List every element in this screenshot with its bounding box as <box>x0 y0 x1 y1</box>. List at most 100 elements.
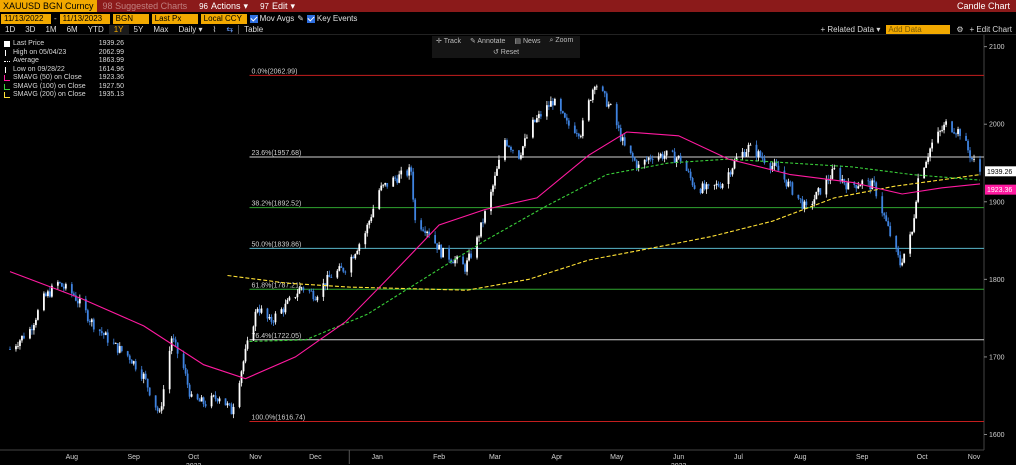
related-data-button[interactable]: + Related Data ▾ <box>820 25 880 34</box>
period-5y[interactable]: 5Y <box>129 25 149 34</box>
period-1m[interactable]: 1M <box>40 25 61 34</box>
candle-body <box>116 343 119 353</box>
candle-body <box>635 160 638 169</box>
candle-body <box>284 303 287 313</box>
candle-body <box>581 120 584 137</box>
legend-row[interactable]: Last Price 1939.26 <box>4 40 124 49</box>
candle-body <box>162 389 165 407</box>
candle-body <box>965 135 967 141</box>
mov-avgs-label: Mov Avgs <box>259 14 295 23</box>
candle-body <box>154 395 157 408</box>
fib-level-label: 76.4%(1722.05) <box>251 333 301 340</box>
candle-body <box>300 287 303 289</box>
ticker-field[interactable]: XAUUSD BGN Curncy <box>0 0 97 12</box>
candle-body <box>713 184 716 186</box>
candle-body <box>637 164 640 169</box>
currency-select[interactable]: Local CCY <box>200 13 247 24</box>
legend-row[interactable]: Average 1863.99 <box>4 57 124 66</box>
candle-body <box>286 300 289 304</box>
chevron-down-icon: ▾ <box>198 24 203 34</box>
source-field[interactable]: BGN <box>112 13 149 24</box>
candle-body <box>43 293 45 311</box>
period-1d[interactable]: 1D <box>0 25 20 34</box>
candle-body <box>174 339 177 343</box>
legend-row[interactable]: High on 05/04/23 2062.99 <box>4 49 124 58</box>
key-events-checkbox[interactable]: Key Events <box>306 14 357 23</box>
candle-body <box>601 86 604 92</box>
period-6m[interactable]: 6M <box>62 25 83 34</box>
track-tool[interactable]: ✛ Track <box>436 37 461 45</box>
candle-body <box>106 332 109 343</box>
legend-row[interactable]: SMAVG (200) on Close 1935.13 <box>4 91 124 100</box>
legend-swatch <box>4 75 10 82</box>
candle-body <box>508 145 510 147</box>
period-3d[interactable]: 3D <box>20 25 40 34</box>
candle-body <box>715 183 718 185</box>
candle-body <box>561 111 564 114</box>
candle-body <box>132 361 135 364</box>
candle-body <box>244 348 247 362</box>
candle-body <box>462 256 464 265</box>
suggested-charts-button[interactable]: 98 Suggested Charts <box>97 1 194 11</box>
start-date-field[interactable]: 11/13/2022 <box>1 13 51 24</box>
period-ytd[interactable]: YTD <box>83 25 109 34</box>
candle-body <box>729 172 732 175</box>
candle-body <box>214 395 217 399</box>
candle-body <box>917 178 920 202</box>
candle-body <box>534 119 536 123</box>
candle-body <box>547 105 550 107</box>
frequency-select[interactable]: Daily ▾ <box>173 25 207 34</box>
candle-body <box>202 397 205 405</box>
candle-body <box>314 299 317 301</box>
zoom-tool[interactable]: ⌕ Zoom <box>550 37 574 45</box>
add-data-input[interactable]: Add Data <box>886 24 951 34</box>
candle-body <box>759 151 762 157</box>
candle-body <box>382 184 385 186</box>
candle-body <box>679 155 682 162</box>
price-chart[interactable]: 1600 1700 1800 1900 2000 2100 Aug Sep Oct Nov Dec J… <box>0 35 1016 465</box>
news-tool[interactable]: ▤ News <box>514 37 540 45</box>
x-month-label: Oct <box>917 454 928 461</box>
candle-body <box>605 93 608 107</box>
settings-icon[interactable]: ⚙ <box>956 25 963 34</box>
candle-body <box>408 167 411 176</box>
actions-menu[interactable]: 96 Actions ▾ <box>193 1 254 12</box>
candle-body <box>280 309 283 314</box>
legend-row[interactable]: SMAVG (50) on Close 1923.36 <box>4 74 124 83</box>
candle-body <box>256 308 259 312</box>
candle-body <box>400 170 403 175</box>
candle-body <box>811 203 814 206</box>
period-1y[interactable]: 1Y <box>108 24 129 34</box>
pencil-icon[interactable]: ✎ <box>297 14 304 23</box>
fib-level-label: 38.2%(1892.52) <box>251 201 301 208</box>
legend-swatch <box>5 49 9 56</box>
edit-chart-button[interactable]: + Edit Chart <box>970 25 1012 34</box>
edit-menu[interactable]: 97 Edit ▾ <box>254 1 301 12</box>
candle-body <box>19 340 21 346</box>
period-max[interactable]: Max <box>148 25 173 34</box>
candle-body <box>895 236 898 248</box>
candle-body <box>342 267 345 272</box>
candle-body <box>757 151 760 158</box>
reset-tool[interactable]: ↺ Reset <box>493 48 519 56</box>
legend-row[interactable]: SMAVG (100) on Close 1927.50 <box>4 83 124 92</box>
legend-row[interactable]: Low on 09/28/22 1614.96 <box>4 66 124 75</box>
price-field-select[interactable]: Last Px <box>151 13 198 24</box>
candle-body <box>478 236 480 238</box>
candle-body <box>897 247 900 256</box>
news-icon: ▤ <box>514 38 522 45</box>
table-button[interactable]: Table <box>239 25 268 34</box>
end-date-field[interactable]: 11/13/2023 <box>59 13 110 24</box>
candle-body <box>929 148 932 157</box>
candle-body <box>146 378 149 388</box>
candle-body <box>414 199 417 221</box>
candle-body <box>787 181 790 187</box>
mov-avgs-checkbox[interactable]: Mov Avgs <box>249 14 295 23</box>
compare-icon[interactable]: ⇆ <box>221 25 238 34</box>
annotate-tool[interactable]: ✎ Annotate <box>470 37 505 45</box>
line-chart-icon[interactable]: ⌇ <box>207 25 221 34</box>
candle-body <box>37 310 39 320</box>
legend-label: Last Price <box>13 40 45 47</box>
candle-body <box>957 129 959 134</box>
candle-body <box>328 274 331 278</box>
